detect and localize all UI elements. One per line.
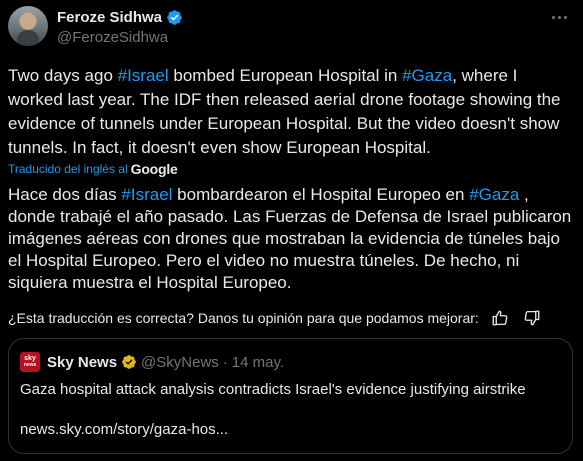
quoted-tweet-title: Gaza hospital attack analysis contradict…: [20, 381, 526, 398]
gold-verified-badge-icon: [122, 355, 136, 369]
quoted-tweet-header: sky news Sky News @SkyNews · 14 may.: [20, 352, 284, 372]
translated-by-google[interactable]: Traducido del inglés al Google: [8, 160, 178, 178]
quoted-tweet-card[interactable]: sky news Sky News @SkyNews · 14 may. Gaz…: [8, 338, 573, 454]
thumbs-up-icon[interactable]: [491, 309, 509, 327]
translation-feedback: ¿Esta traducción es correcta? Danos tu o…: [8, 308, 541, 328]
author-avatar[interactable]: [8, 6, 48, 46]
translated-text: Hace dos días #Israel bombardearon el Ho…: [8, 184, 576, 294]
tweet-text-part: bombed European Hospital in: [168, 66, 403, 85]
hashtag-israel-link[interactable]: #Israel: [118, 66, 169, 85]
quoted-tweet-date[interactable]: 14 may.: [232, 354, 284, 371]
tweet-text-part: Two days ago: [8, 66, 118, 85]
more-options-icon[interactable]: [549, 10, 569, 24]
translated-label: Traducido del inglés al: [8, 162, 128, 176]
hashtag-israel-link[interactable]: #Israel: [121, 185, 172, 204]
quoted-author-name[interactable]: Sky News: [47, 354, 117, 371]
google-logo: Google: [130, 161, 178, 177]
verified-badge-icon: [167, 9, 182, 25]
hashtag-gaza-link[interactable]: #Gaza: [402, 66, 452, 85]
author-handle[interactable]: @FerozeSidhwa: [57, 29, 543, 49]
translated-text-part: Hace dos días: [8, 185, 122, 204]
thumbs-down-icon[interactable]: [523, 309, 541, 327]
sky-news-avatar[interactable]: sky news: [20, 352, 40, 372]
author-name-row: Feroze Sidhwa: [57, 7, 543, 27]
hashtag-gaza-link[interactable]: #Gaza: [469, 185, 519, 204]
feedback-question: ¿Esta traducción es correcta? Danos tu o…: [8, 310, 479, 326]
translated-text-part: bombardearon el Hospital Europeo en: [172, 185, 470, 204]
quoted-author-handle[interactable]: @SkyNews: [141, 354, 219, 371]
author-name[interactable]: Feroze Sidhwa: [57, 9, 162, 26]
separator-dot: ·: [222, 353, 228, 371]
tweet-header: Feroze Sidhwa @FerozeSidhwa: [57, 7, 543, 49]
tweet-text: Two days ago #Israel bombed European Hos…: [8, 64, 576, 160]
quoted-tweet-link[interactable]: news.sky.com/story/gaza-hos...: [20, 421, 228, 438]
